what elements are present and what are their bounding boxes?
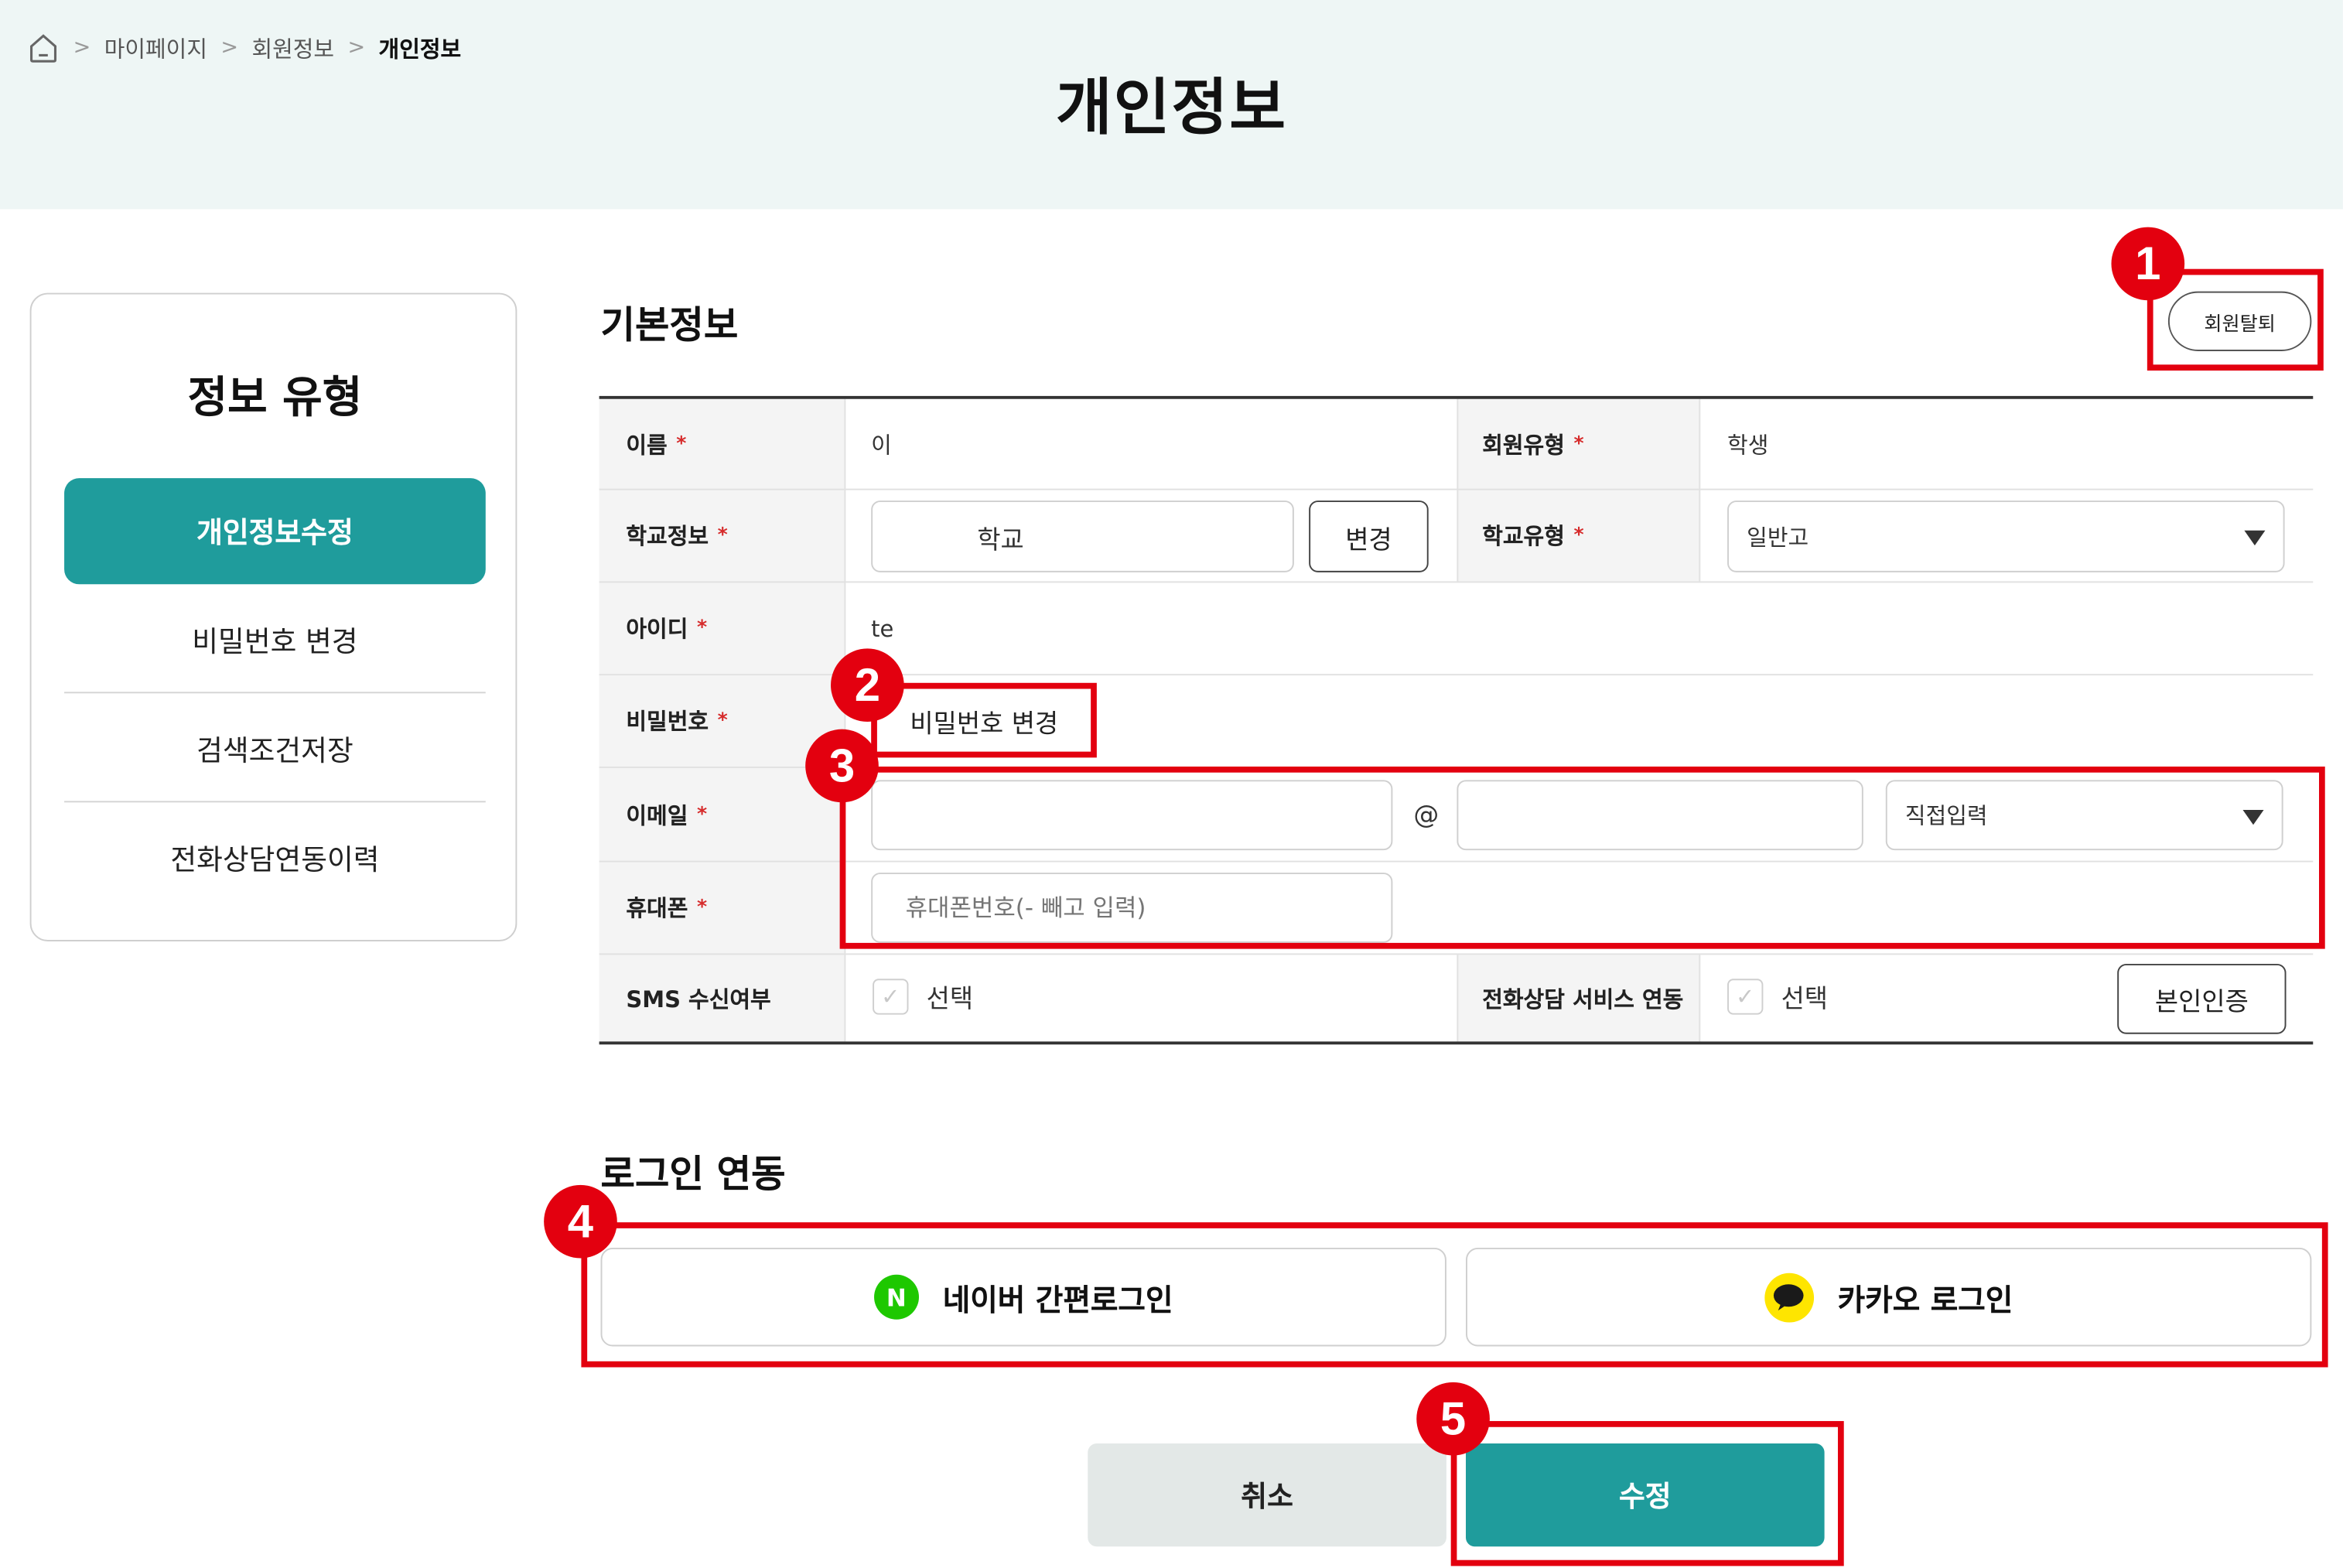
email-domain-input[interactable] xyxy=(1457,780,1863,851)
school-change-button[interactable]: 변경 xyxy=(1309,500,1429,572)
member-type-value: 학생 xyxy=(1727,431,1769,459)
school-type-select[interactable]: 일반고 xyxy=(1727,500,2285,572)
phone-consult-label: 전화상담 서비스 연동 xyxy=(1482,986,1684,1013)
school-info-field[interactable]: 학교 xyxy=(871,500,1294,572)
name-label: 이름 * xyxy=(626,431,687,459)
sms-checkbox-group: ✓ 선택 xyxy=(873,977,974,1015)
annotation-number-4: 4 xyxy=(544,1184,617,1259)
kakao-login-label: 카카오 로그인 xyxy=(1837,1281,2013,1317)
chevron-down-icon xyxy=(2242,809,2264,825)
phone-label: 휴대폰 * xyxy=(626,895,708,922)
table-row-divider xyxy=(599,860,2314,863)
table-top-rule xyxy=(599,395,2314,399)
school-type-value: 일반고 xyxy=(1747,524,1809,551)
annotation-number-5: 5 xyxy=(1416,1382,1490,1456)
table-row-divider xyxy=(599,581,2314,583)
sidebar-divider xyxy=(64,801,486,803)
annotation-number-3: 3 xyxy=(805,729,879,803)
email-domain-select-value: 직접입력 xyxy=(1904,802,1988,830)
submit-button[interactable]: 수정 xyxy=(1465,1443,1825,1547)
chevron-down-icon xyxy=(2244,530,2266,546)
naver-login-label: 네이버 간편로그인 xyxy=(942,1281,1173,1317)
sidebar-item-edit-profile[interactable]: 개인정보수정 xyxy=(64,478,486,585)
table-bottom-rule xyxy=(599,1041,2314,1045)
email-label: 이메일 * xyxy=(626,801,708,829)
sidebar-item-saved-search[interactable]: 검색조건저장 xyxy=(64,695,486,802)
user-id-label: 아이디 * xyxy=(626,615,708,643)
annotation-number-2: 2 xyxy=(831,648,904,723)
kakao-icon xyxy=(1764,1272,1814,1322)
phone-consult-option-label: 선택 xyxy=(1781,984,1829,1015)
table-vline xyxy=(1457,955,1459,1042)
basic-info-title: 기본정보 xyxy=(600,303,739,347)
sms-checkbox[interactable]: ✓ xyxy=(873,978,909,1014)
school-info-value: 학교 xyxy=(977,524,1024,555)
naver-icon: N xyxy=(873,1274,919,1320)
kakao-login-button[interactable]: 카카오 로그인 xyxy=(1465,1247,2312,1347)
password-label: 비밀번호 * xyxy=(626,708,728,736)
school-type-label: 학교유형 * xyxy=(1482,523,1584,550)
sidebar-divider xyxy=(64,692,486,694)
change-password-link[interactable]: 비밀번호 변경 xyxy=(910,675,1058,767)
school-info-label: 학교정보 * xyxy=(626,523,728,550)
table-row-divider xyxy=(599,488,2314,490)
table-vline xyxy=(1699,955,1701,1042)
phone-consult-checkbox-group: ✓ 선택 xyxy=(1727,977,1829,1015)
phone-input[interactable] xyxy=(871,873,1393,943)
annotation-number-1: 1 xyxy=(2111,227,2185,301)
phone-consult-checkbox[interactable]: ✓ xyxy=(1727,978,1764,1014)
identity-verify-button[interactable]: 본인인증 xyxy=(2117,963,2287,1034)
table-row-divider xyxy=(599,953,2314,955)
sidebar-title: 정보 유형 xyxy=(187,371,363,423)
sidebar: 정보 유형 개인정보수정 비밀번호 변경 검색조건저장 전화상담연동이력 xyxy=(29,292,517,941)
sms-label: SMS 수신여부 xyxy=(626,986,771,1013)
login-link-title: 로그인 연동 xyxy=(600,1152,786,1196)
sms-option-label: 선택 xyxy=(926,984,974,1015)
sidebar-item-change-password[interactable]: 비밀번호 변경 xyxy=(64,586,486,693)
naver-login-button[interactable]: N 네이버 간편로그인 xyxy=(600,1247,1446,1347)
page-title: 개인정보 xyxy=(1055,71,1288,144)
member-type-label: 회원유형 * xyxy=(1482,431,1584,459)
name-value: 이 xyxy=(871,431,892,459)
email-local-input[interactable] xyxy=(871,780,1393,851)
table-vline xyxy=(844,398,846,1042)
sidebar-item-phone-consult-history[interactable]: 전화상담연동이력 xyxy=(64,804,486,911)
cancel-button[interactable]: 취소 xyxy=(1088,1443,1446,1547)
withdraw-button[interactable]: 회원탈퇴 xyxy=(2167,291,2312,351)
email-at-sign: @ xyxy=(1413,800,1440,831)
email-domain-select[interactable]: 직접입력 xyxy=(1885,780,2283,851)
